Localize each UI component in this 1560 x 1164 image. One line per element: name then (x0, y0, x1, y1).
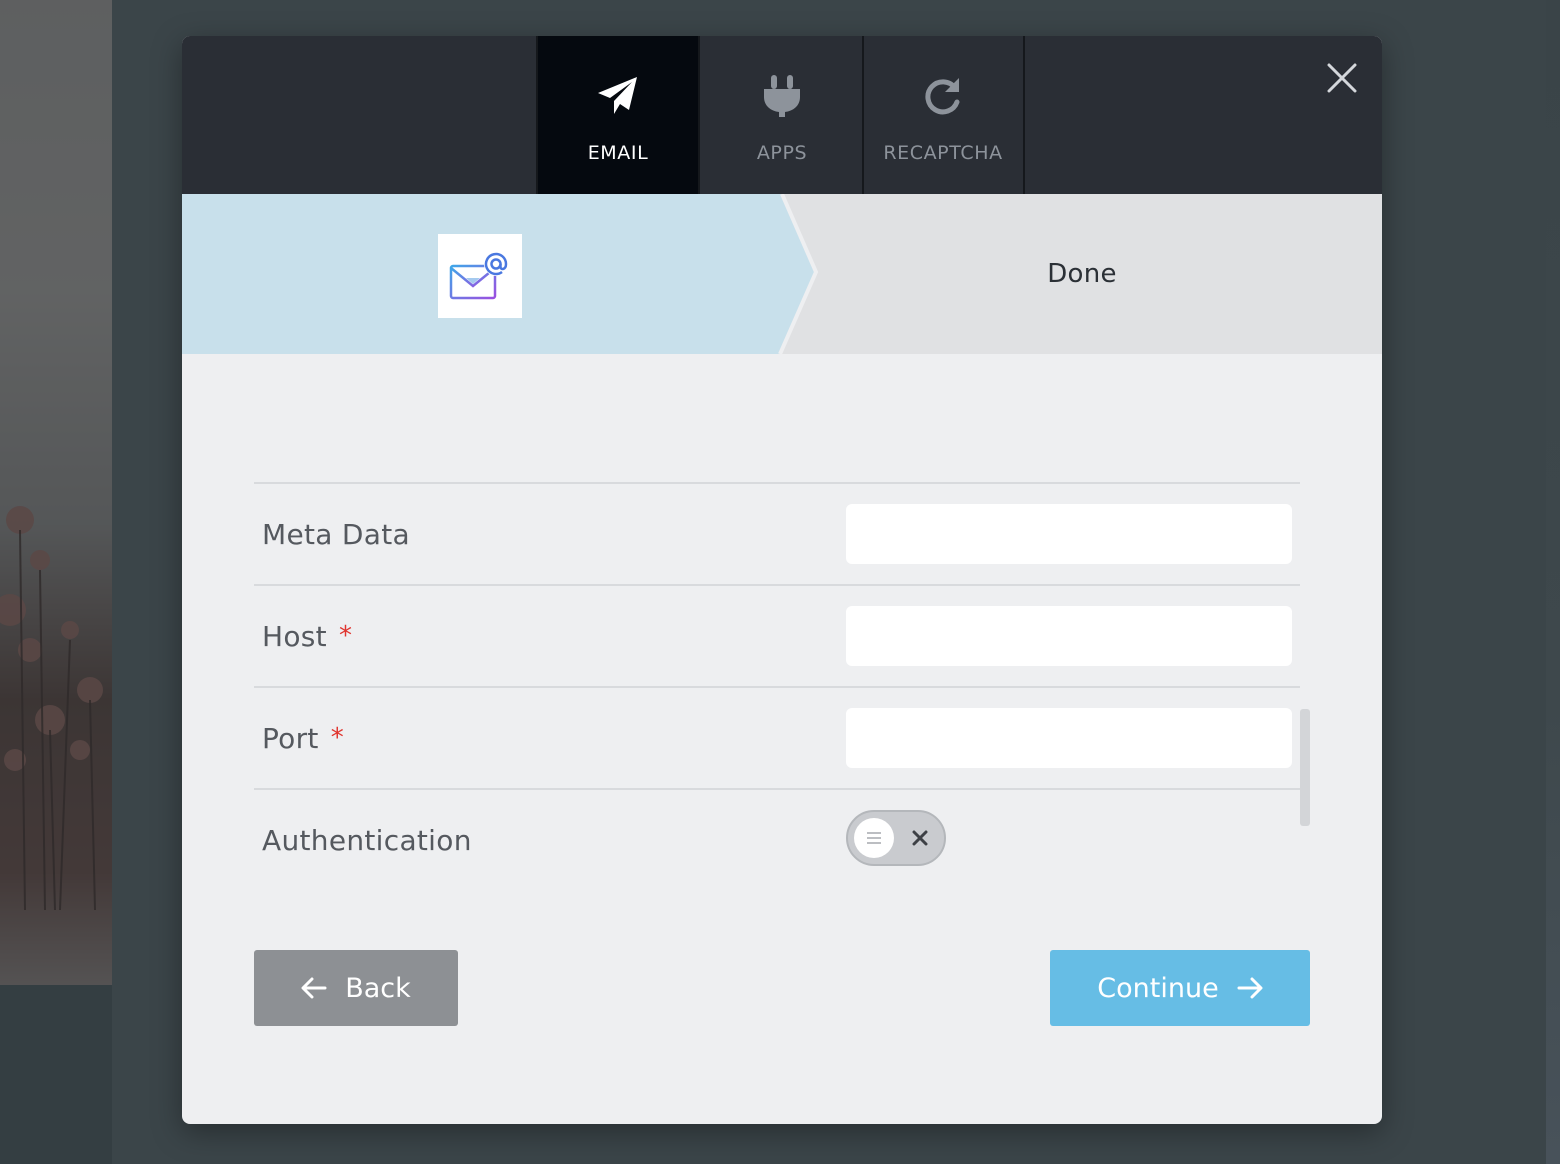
close-icon (1327, 63, 1357, 93)
tab-apps-label: APPS (756, 142, 808, 164)
tab-email[interactable]: EMAIL (538, 36, 700, 194)
email-at-icon (449, 252, 508, 300)
required-marker: * (330, 723, 345, 753)
continue-button-label: Continue (1097, 972, 1219, 1004)
toggle-off-icon (908, 826, 932, 850)
meta-data-label: Meta Data (262, 517, 410, 551)
form-scrollbar[interactable] (1300, 709, 1310, 826)
background-floor (0, 985, 112, 1164)
meta-data-input[interactable] (846, 504, 1292, 564)
refresh-icon (923, 74, 963, 118)
plug-icon (763, 74, 801, 118)
toggle-grip-icon (867, 832, 881, 844)
back-button-label: Back (345, 972, 411, 1004)
authentication-toggle[interactable] (846, 810, 946, 866)
form-row-port: Port * (254, 686, 1300, 788)
step-email-logo (438, 234, 522, 318)
form-row-meta-data: Meta Data (254, 482, 1300, 584)
toggle-knob (854, 818, 894, 858)
tab-recaptcha[interactable]: RECAPTCHA (863, 36, 1025, 194)
close-button[interactable] (1322, 58, 1362, 98)
tab-apps[interactable]: APPS (702, 36, 864, 194)
modal-tab-bar: EMAIL APPS RECAPTCHA (182, 36, 1382, 194)
paper-plane-icon (597, 74, 639, 118)
tab-email-label: EMAIL (587, 142, 649, 164)
host-label: Host * (262, 619, 353, 653)
port-label: Port * (262, 721, 345, 755)
arrow-left-icon (301, 977, 327, 999)
back-button[interactable]: Back (254, 950, 458, 1026)
arrow-right-icon (1237, 977, 1263, 999)
form-row-host: Host * (254, 584, 1300, 686)
background-flowers-image (0, 506, 103, 911)
progress-stepper: Done (182, 194, 1382, 354)
stepper-background (182, 194, 819, 354)
required-marker: * (338, 621, 353, 651)
email-settings-form: Meta Data Host * Port * Authentication (254, 482, 1300, 890)
authentication-label: Authentication (262, 823, 472, 857)
form-row-authentication: Authentication (254, 788, 1300, 890)
host-input[interactable] (846, 606, 1292, 666)
continue-button[interactable]: Continue (1050, 950, 1310, 1026)
tab-recaptcha-label: RECAPTCHA (883, 142, 1003, 164)
email-settings-modal: EMAIL APPS RECAPTCHA Done Meta Data Host… (182, 36, 1382, 1124)
background-right-edge (1546, 0, 1560, 1164)
port-input[interactable] (846, 708, 1292, 768)
step-done-label: Done (1047, 259, 1117, 289)
